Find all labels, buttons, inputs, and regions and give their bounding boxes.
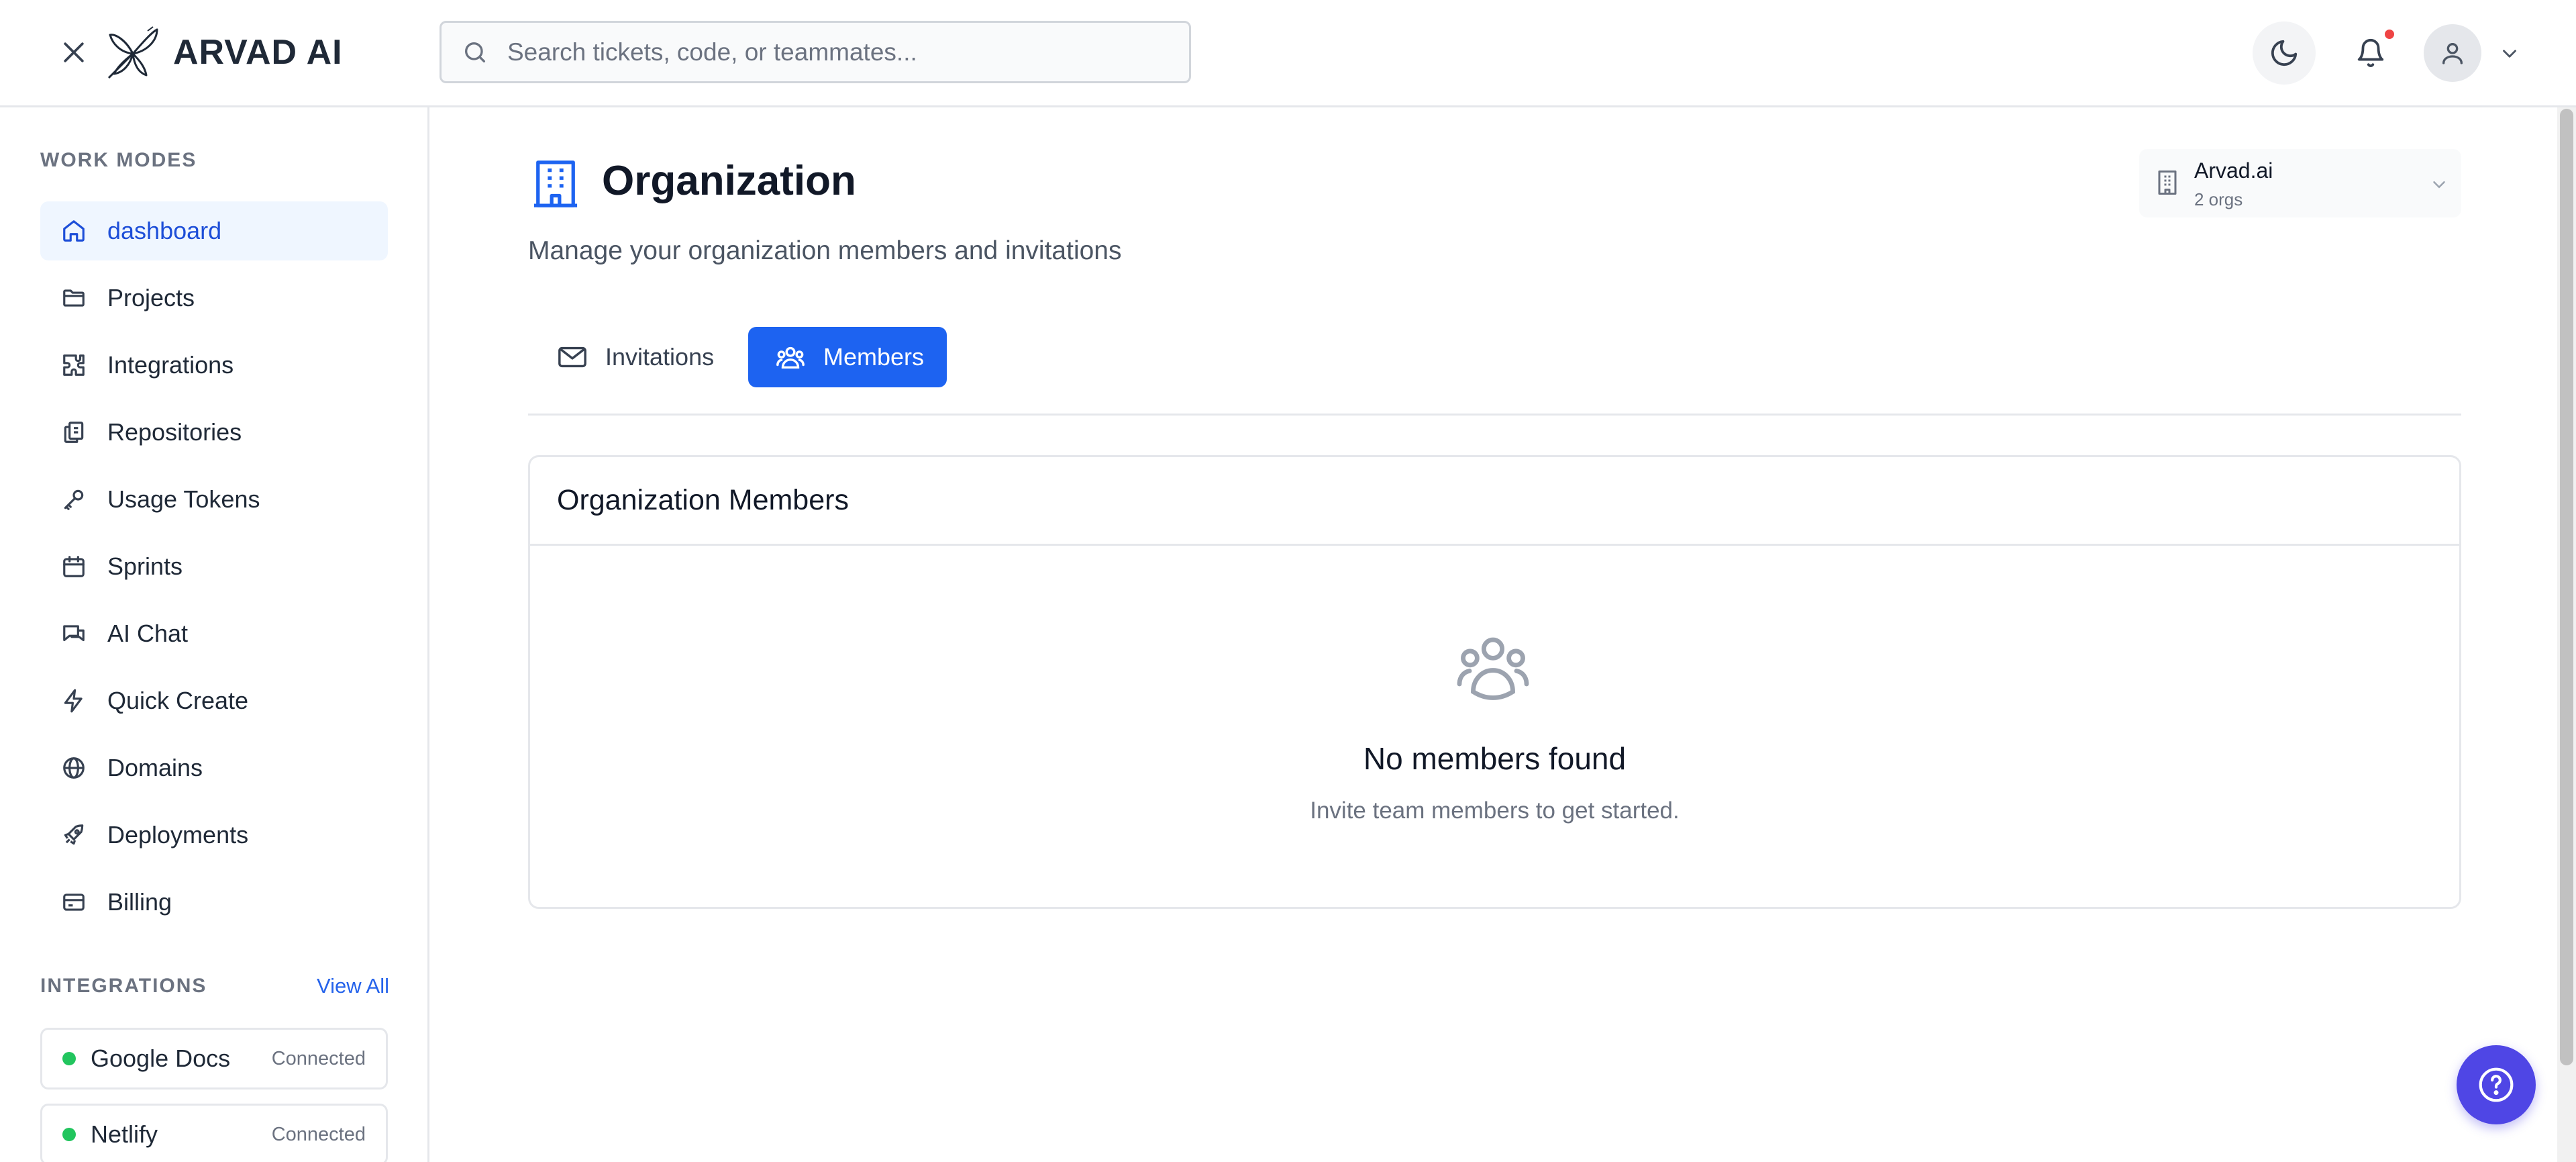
- repository-icon: [60, 419, 87, 446]
- sidebar-item-label: dashboard: [107, 217, 222, 244]
- org-count: 2 orgs: [2194, 189, 2243, 209]
- sidebar: WORK MODES dashboard Projects Integratio…: [0, 107, 429, 1162]
- key-icon: [60, 486, 87, 513]
- sidebar-item-label: Integrations: [107, 351, 234, 379]
- close-icon[interactable]: [55, 34, 93, 71]
- tab-invitations[interactable]: Invitations: [530, 327, 725, 387]
- mail-icon: [557, 342, 588, 373]
- rocket-icon: [60, 822, 87, 849]
- globe-icon: [60, 755, 87, 781]
- empty-state-subtitle: Invite team members to get started.: [1310, 797, 1680, 824]
- butterfly-logo-icon: [106, 26, 161, 79]
- sidebar-item-billing[interactable]: Billing: [40, 873, 388, 932]
- sidebar-item-quick-create[interactable]: Quick Create: [40, 671, 388, 730]
- sidebar-item-usage-tokens[interactable]: Usage Tokens: [40, 470, 388, 529]
- integrations-label: INTEGRATIONS: [40, 975, 207, 997]
- scrollbar-thumb[interactable]: [2560, 109, 2573, 1065]
- home-icon: [60, 217, 87, 244]
- users-empty-icon: [1456, 634, 1530, 701]
- organization-switcher[interactable]: Arvad.ai 2 orgs: [2139, 149, 2461, 217]
- search-bar[interactable]: [440, 21, 1191, 83]
- integration-status: Connected: [271, 1123, 366, 1145]
- lightning-icon: [60, 687, 87, 714]
- card-title: Organization Members: [557, 484, 849, 516]
- integration-name: Google Docs: [91, 1045, 231, 1072]
- chevron-down-icon: [2429, 175, 2449, 195]
- credit-card-icon: [60, 889, 87, 916]
- page-subtitle: Manage your organization members and inv…: [528, 236, 1122, 265]
- sidebar-item-projects[interactable]: Projects: [40, 269, 388, 328]
- sidebar-item-deployments[interactable]: Deployments: [40, 806, 388, 865]
- sidebar-item-label: Projects: [107, 284, 195, 311]
- sidebar-item-label: Deployments: [107, 821, 249, 849]
- folder-icon: [60, 285, 87, 311]
- integration-google-docs[interactable]: Google Docs Connected: [40, 1028, 388, 1090]
- bell-icon: [2355, 38, 2386, 68]
- integration-status: Connected: [271, 1047, 366, 1069]
- sidebar-item-integrations[interactable]: Integrations: [40, 336, 388, 395]
- sidebar-item-label: Domains: [107, 754, 203, 781]
- sidebar-item-label: Usage Tokens: [107, 485, 260, 513]
- sidebar-item-dashboard[interactable]: dashboard: [40, 201, 388, 260]
- tabs-divider: [528, 414, 2461, 416]
- sidebar-item-label: AI Chat: [107, 620, 189, 647]
- calendar-icon: [60, 553, 87, 580]
- empty-state-title: No members found: [1363, 741, 1627, 776]
- search-input[interactable]: [507, 25, 1189, 79]
- sidebar-item-domains[interactable]: Domains: [40, 738, 388, 797]
- notification-badge: [2383, 28, 2396, 41]
- view-all-link[interactable]: View All: [317, 974, 389, 998]
- top-header: ARVAD AI: [0, 0, 2576, 107]
- chat-icon: [60, 620, 87, 647]
- tab-members[interactable]: Members: [748, 327, 947, 387]
- avatar[interactable]: [2424, 24, 2481, 82]
- brand-name: ARVAD AI: [173, 33, 343, 72]
- tab-label: Invitations: [605, 343, 715, 371]
- org-name: Arvad.ai: [2194, 158, 2273, 183]
- search-icon: [462, 39, 488, 66]
- integration-name: Netlify: [91, 1120, 158, 1148]
- organization-members-card: Organization Members No members found In…: [528, 455, 2461, 909]
- chevron-down-icon[interactable]: [2496, 40, 2523, 67]
- puzzle-icon: [60, 352, 87, 379]
- building-icon: [532, 158, 579, 209]
- sidebar-item-label: Billing: [107, 888, 172, 916]
- help-button[interactable]: [2457, 1045, 2536, 1124]
- sidebar-item-label: Quick Create: [107, 687, 249, 714]
- user-icon: [2439, 40, 2466, 66]
- sidebar-item-sprints[interactable]: Sprints: [40, 537, 388, 596]
- sidebar-item-repositories[interactable]: Repositories: [40, 403, 388, 462]
- work-modes-label: WORK MODES: [40, 149, 197, 171]
- sidebar-item-label: Sprints: [107, 552, 183, 580]
- integration-netlify[interactable]: Netlify Connected: [40, 1104, 388, 1162]
- connected-status-dot: [62, 1128, 76, 1141]
- sidebar-item-label: Repositories: [107, 418, 242, 446]
- building-small-icon: [2155, 169, 2179, 196]
- tab-label: Members: [823, 343, 925, 371]
- theme-toggle-button[interactable]: [2253, 21, 2316, 85]
- page-title: Organization: [602, 158, 856, 204]
- moon-icon: [2269, 38, 2300, 68]
- card-header: Organization Members: [530, 457, 2459, 546]
- question-icon: [2477, 1066, 2515, 1104]
- users-icon: [775, 342, 806, 373]
- sidebar-item-ai-chat[interactable]: AI Chat: [40, 604, 388, 663]
- connected-status-dot: [62, 1052, 76, 1065]
